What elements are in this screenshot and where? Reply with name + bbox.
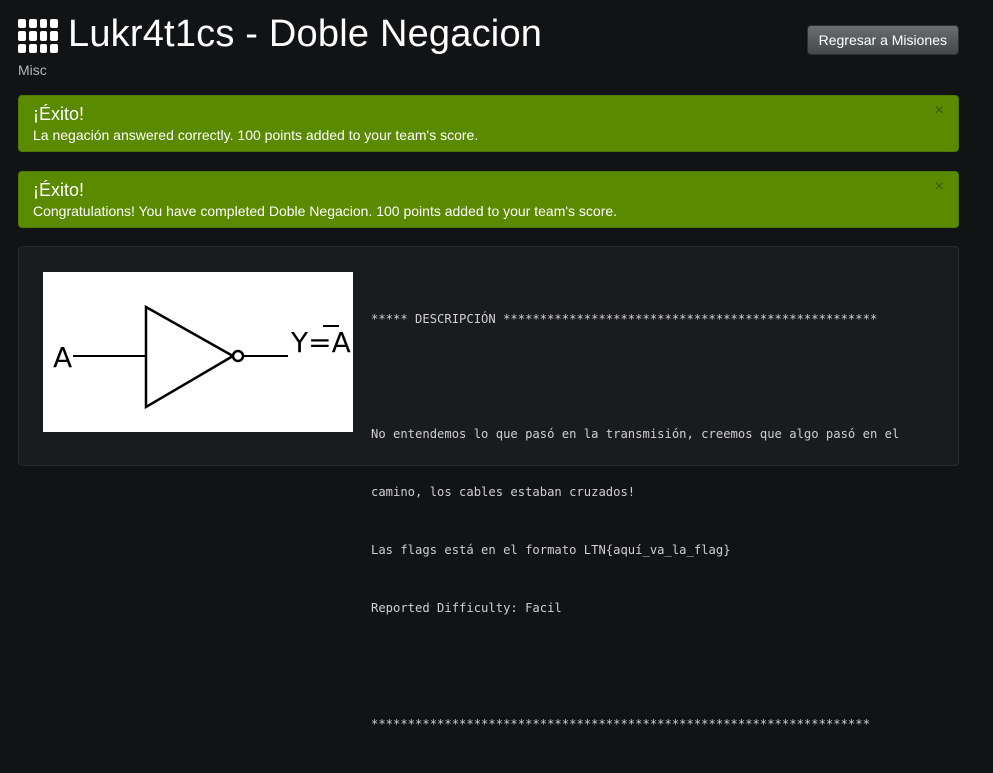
grid-icon [18,19,58,53]
mission-content-panel: A Y=A ***** DESCRIPCIÓN ****************… [18,246,959,731]
description-line-4: Reported Difficulty: Facil [371,601,562,616]
close-icon[interactable]: × [935,102,944,120]
not-gate-diagram: A Y=A [43,272,353,432]
description-header: ***** DESCRIPCIÓN **********************… [371,311,878,326]
description-line-2: camino, los cables estaban cruzados! [371,485,636,500]
inverter-bubble [231,349,245,363]
buffer-triangle [144,304,236,410]
not-gate-svg: A Y=A [53,304,351,410]
input-label: A [53,341,72,374]
mission-description: ***** DESCRIPCIÓN **********************… [371,271,941,773]
description-footer: ****************************************… [371,716,870,731]
page-header: Lukr4t1cs - Doble Negacion Misc Regresar… [18,10,959,80]
description-line-3: Las flags está en el formato LTN{aquí_va… [371,543,731,558]
output-label: Y=A [290,326,351,359]
close-icon[interactable]: × [935,178,944,196]
alert-message: La negación answered correctly. 100 poin… [33,127,479,143]
mission-category: Misc [18,62,47,78]
page-title: Lukr4t1cs - Doble Negacion [68,13,543,55]
alert-heading: ¡Éxito! [33,104,85,124]
success-alert-answer: ¡Éxito! La negación answered correctly. … [18,95,959,152]
success-alert-completed: ¡Éxito! Congratulations! You have comple… [18,171,959,228]
alert-heading: ¡Éxito! [33,180,85,200]
description-line-1: No entendemos lo que pasó en la transmis… [371,427,900,442]
back-to-missions-button[interactable]: Regresar a Misiones [806,25,959,55]
alert-message: Congratulations! You have completed Dobl… [33,203,618,219]
